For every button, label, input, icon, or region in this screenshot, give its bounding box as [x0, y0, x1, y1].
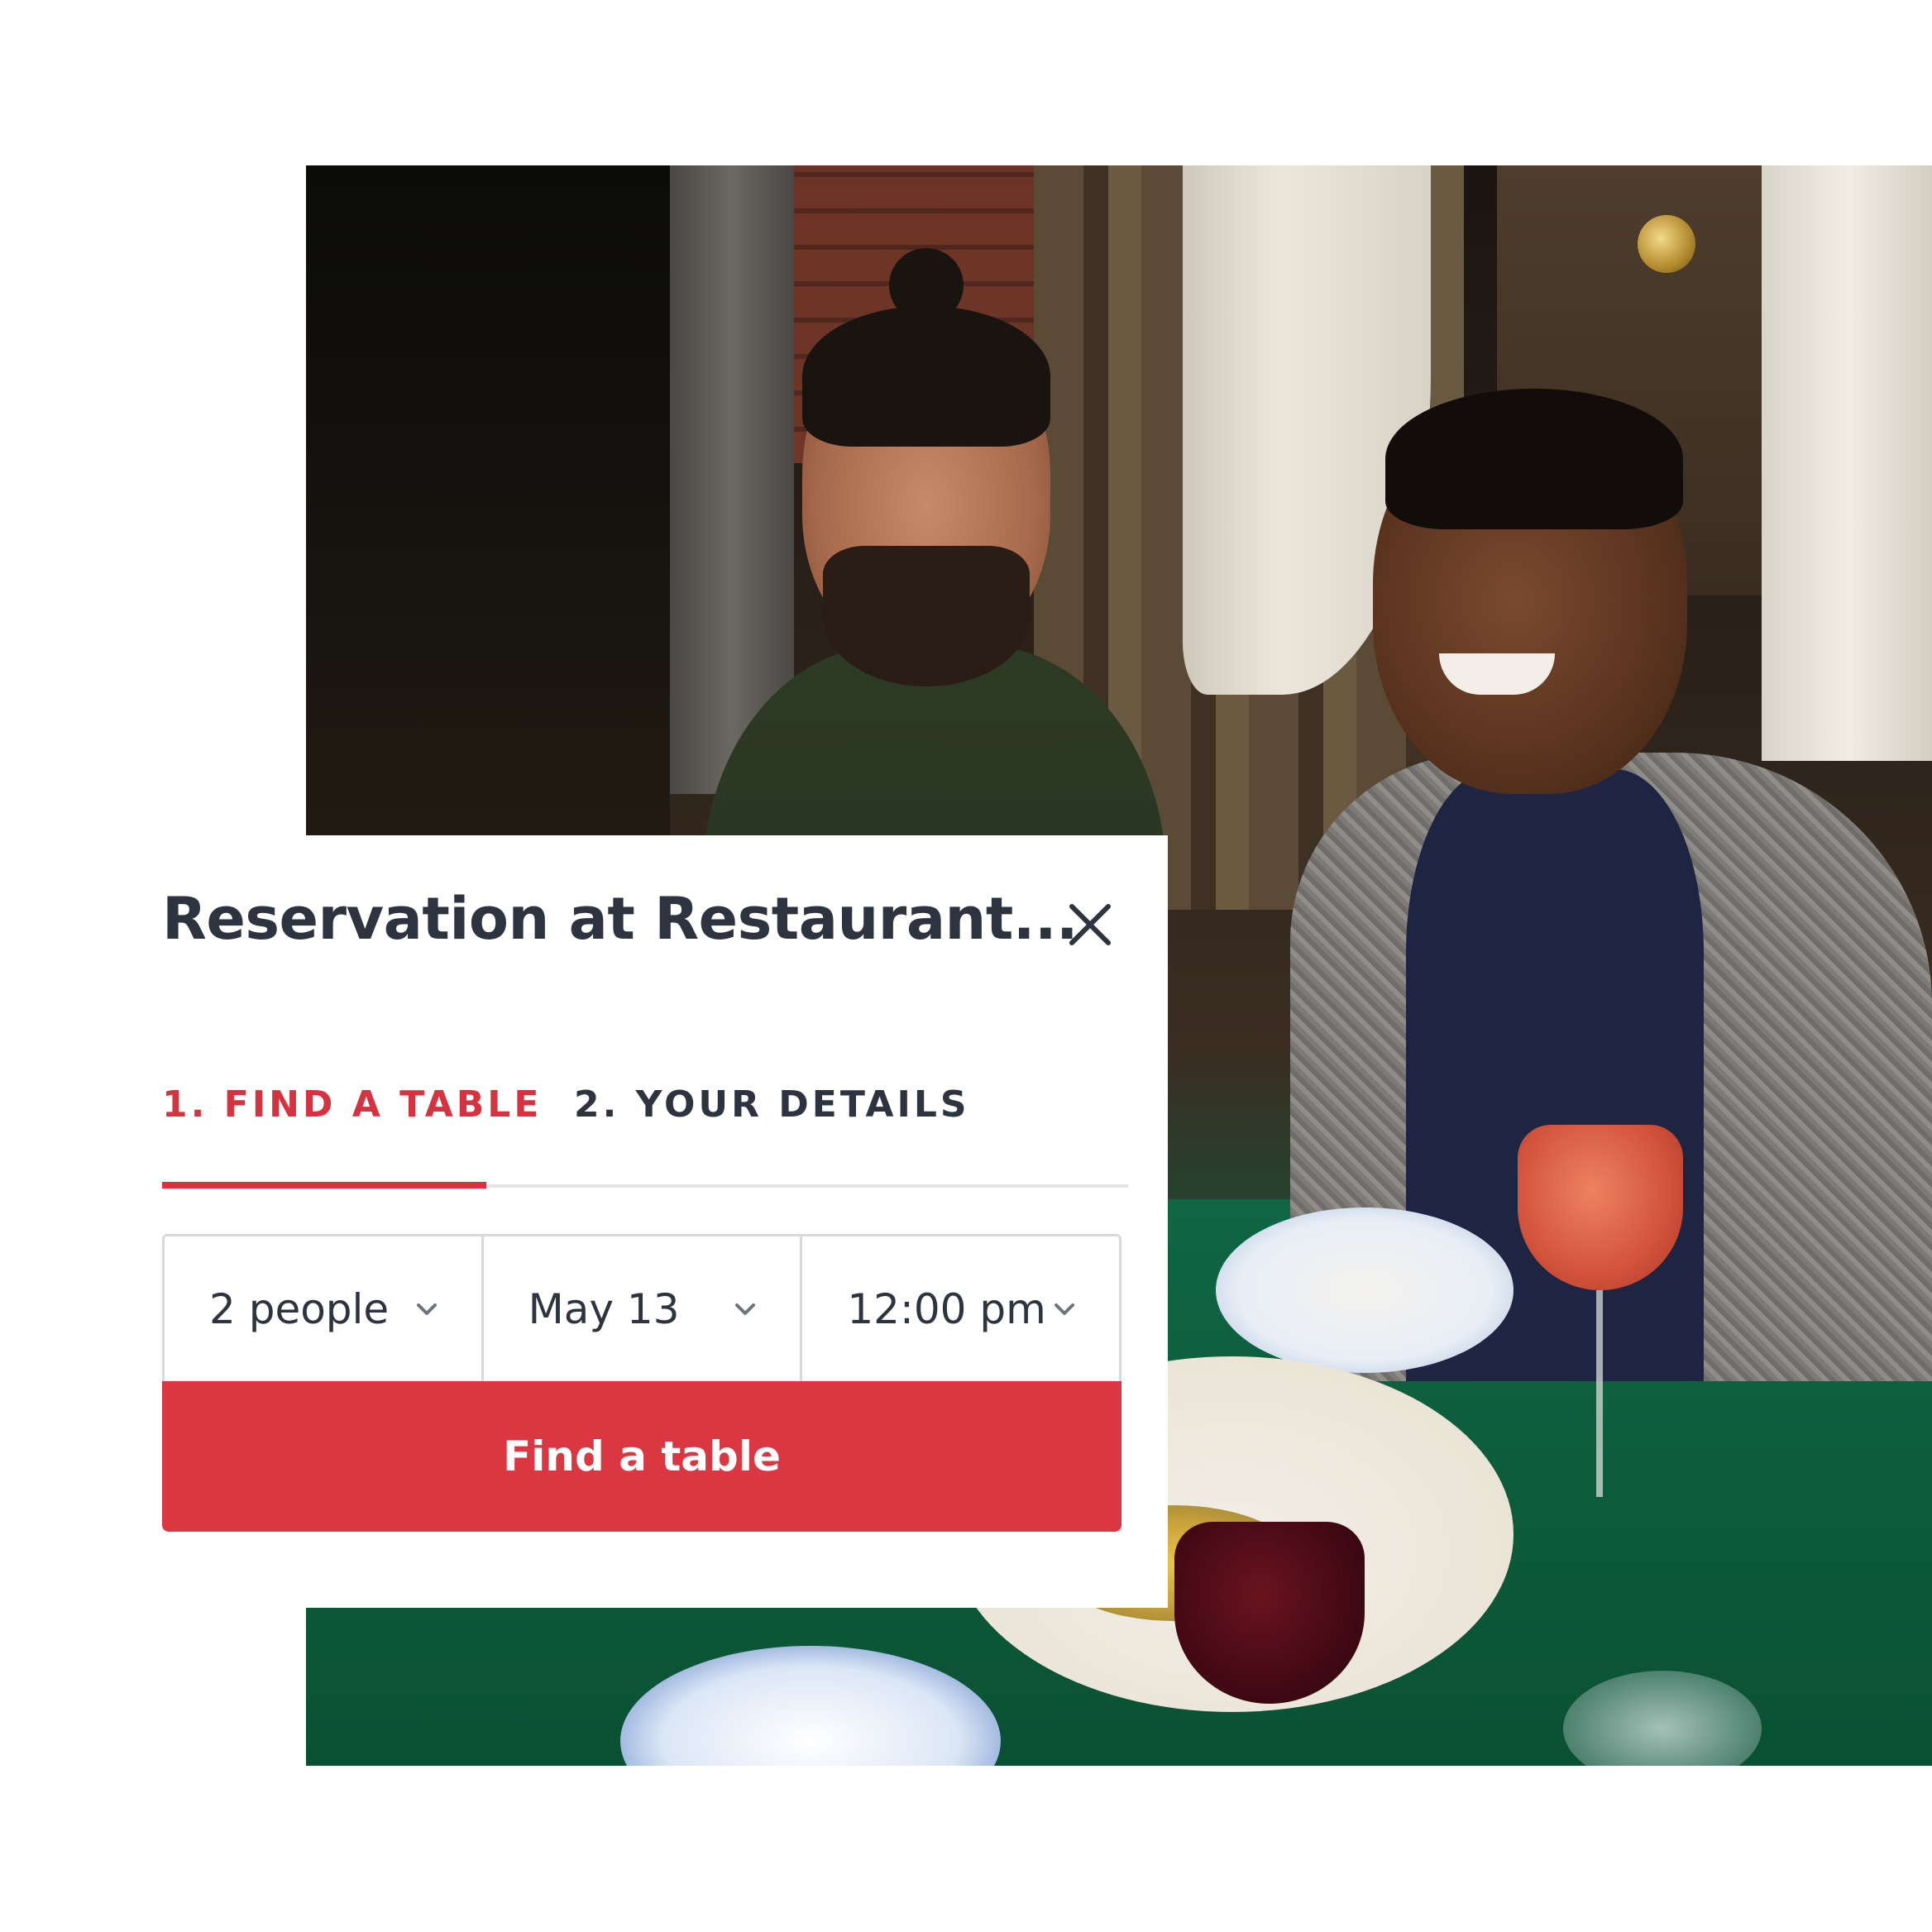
tab-your-details[interactable]: 2. YOUR DETAILS — [574, 1083, 970, 1126]
date-value: May 13 — [528, 1284, 680, 1333]
chevron-down-icon — [1054, 1303, 1075, 1315]
chevron-down-icon — [735, 1303, 756, 1315]
page: Reservation at Restaurant... 1. FIND A T… — [0, 0, 1932, 1932]
close-button[interactable] — [1059, 893, 1121, 956]
photo-dark-wall — [306, 165, 670, 844]
photo-diner-hair — [802, 306, 1050, 447]
reservation-selectors: 2 people May 13 12:00 pm — [162, 1234, 1121, 1381]
close-icon — [1069, 904, 1111, 945]
tab-find-a-table[interactable]: 1. FIND A TABLE — [162, 1083, 542, 1126]
active-tab-indicator — [162, 1182, 486, 1188]
photo-plate — [1216, 1208, 1514, 1373]
date-select[interactable]: May 13 — [481, 1236, 801, 1381]
photo-diner-beard — [823, 546, 1030, 686]
photo-diner-hair — [1385, 389, 1683, 529]
widget-title: Reservation at Restaurant... — [162, 885, 1078, 953]
find-a-table-button[interactable]: Find a table — [162, 1381, 1121, 1532]
time-value: 12:00 pm — [847, 1284, 1046, 1333]
photo-door-knob — [1638, 215, 1695, 273]
find-a-table-button-label: Find a table — [503, 1432, 781, 1480]
chevron-down-icon — [416, 1303, 437, 1315]
photo-diner-hair-bun — [889, 248, 964, 323]
photo-glass-stem — [1596, 1290, 1603, 1497]
photo-rose-wine-glass — [1518, 1125, 1683, 1290]
photo-red-wine-glass — [1174, 1522, 1365, 1704]
party-size-select[interactable]: 2 people — [165, 1236, 481, 1381]
party-size-value: 2 people — [209, 1284, 390, 1333]
time-select[interactable]: 12:00 pm — [800, 1236, 1119, 1381]
